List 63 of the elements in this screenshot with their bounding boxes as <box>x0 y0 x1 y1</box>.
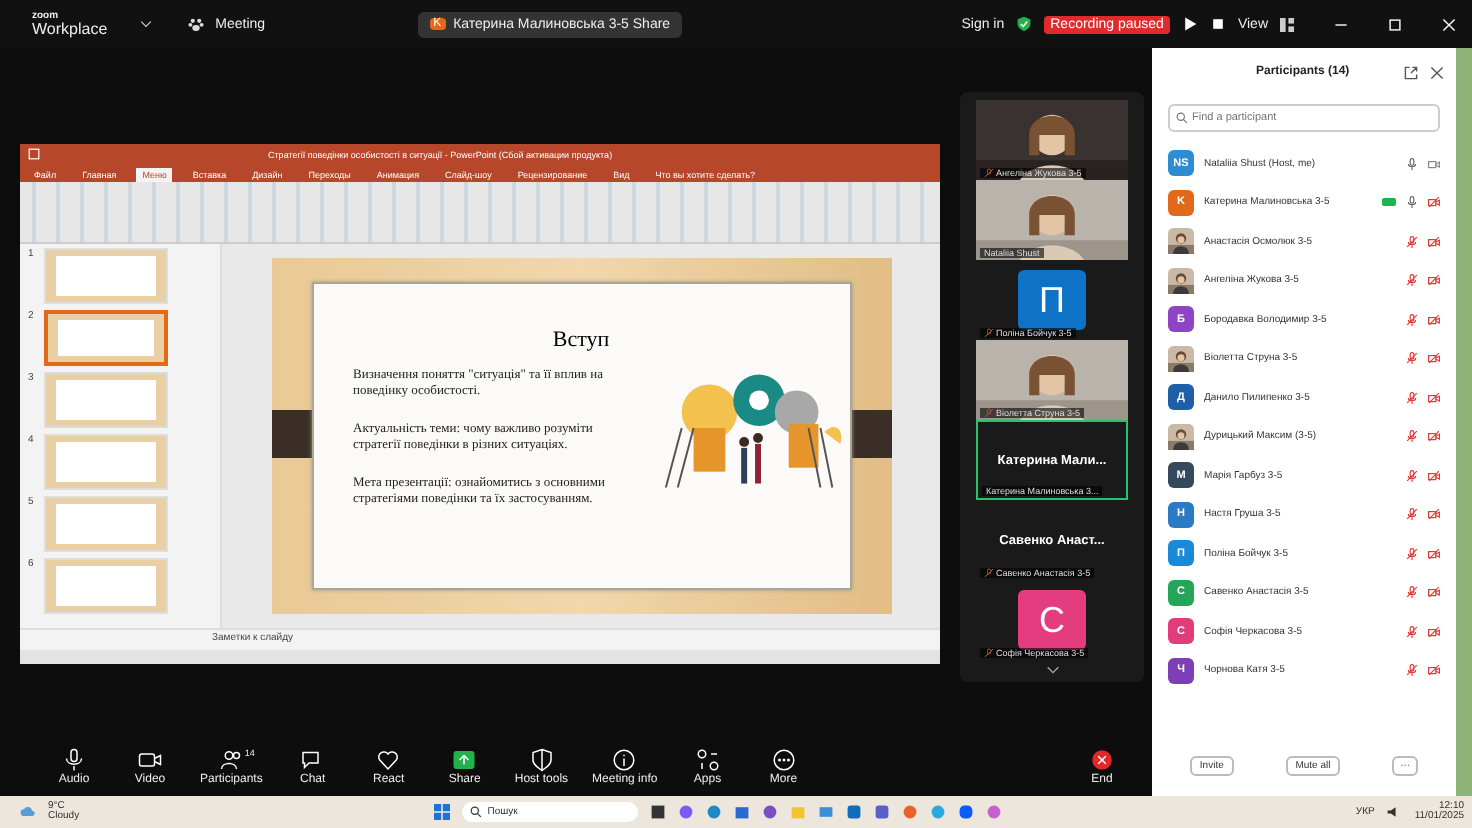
windows-start-icon[interactable] <box>433 804 450 820</box>
video-off-icon[interactable] <box>1428 469 1440 481</box>
video-off-icon[interactable] <box>1428 196 1440 208</box>
video-off-icon[interactable] <box>1428 664 1440 676</box>
video-off-icon[interactable] <box>1428 352 1440 364</box>
muted-mic-icon[interactable] <box>1406 391 1418 403</box>
grid-icon <box>1280 17 1294 31</box>
save-icon[interactable] <box>28 148 40 160</box>
audio-icon <box>62 747 86 771</box>
muted-mic-icon[interactable] <box>1406 469 1418 481</box>
muted-mic-icon[interactable] <box>1406 430 1418 442</box>
muted-mic-icon[interactable] <box>1406 625 1418 637</box>
more-icon <box>771 747 796 771</box>
react-icon <box>376 747 401 771</box>
chat-icon <box>300 747 325 771</box>
search-icon <box>469 806 482 818</box>
cloud-icon <box>20 804 36 820</box>
muted-mic-icon[interactable] <box>1406 508 1418 520</box>
close-icon[interactable] <box>1430 65 1444 79</box>
search-icon <box>1176 112 1188 124</box>
end-icon <box>1090 747 1114 771</box>
pop-out-icon[interactable] <box>1404 65 1418 79</box>
info-icon <box>612 747 637 771</box>
muted-mic-icon[interactable] <box>1406 352 1418 364</box>
chevron-icon[interactable] <box>139 20 152 28</box>
mic-icon[interactable] <box>1406 196 1418 208</box>
video-off-icon[interactable] <box>1428 391 1440 403</box>
slide-title: Вступ <box>552 328 610 352</box>
app-icon[interactable] <box>761 804 778 820</box>
video-off-icon[interactable] <box>1428 586 1440 598</box>
stop-icon[interactable] <box>1209 16 1226 32</box>
logo-text: Workplace <box>32 21 108 37</box>
video-icon[interactable] <box>1428 157 1440 169</box>
chevron-down-icon[interactable] <box>1045 666 1059 674</box>
muted-mic-icon[interactable] <box>1406 664 1418 676</box>
apps-icon <box>695 747 720 771</box>
video-off-icon[interactable] <box>1428 274 1440 286</box>
muted-mic-icon[interactable] <box>1406 235 1418 247</box>
muted-mic-icon[interactable] <box>1406 313 1418 325</box>
video-off-icon[interactable] <box>1428 430 1440 442</box>
video-off-icon[interactable] <box>1428 313 1440 325</box>
mic-icon[interactable] <box>1406 157 1418 169</box>
video-off-icon[interactable] <box>1428 625 1440 637</box>
video-icon <box>138 747 162 771</box>
slide-thumbnail[interactable] <box>44 310 168 366</box>
play-icon[interactable] <box>1181 16 1198 32</box>
store-icon[interactable] <box>733 804 750 820</box>
browser-icon[interactable] <box>705 804 722 820</box>
paw-icon <box>187 16 204 32</box>
shield-check-icon <box>1016 16 1033 32</box>
browser-icon[interactable] <box>901 804 918 820</box>
host-icon <box>529 747 554 771</box>
muted-mic-icon[interactable] <box>1406 586 1418 598</box>
avatar: С <box>1018 590 1086 650</box>
share-icon <box>452 747 477 771</box>
maximize-icon[interactable] <box>1388 17 1402 31</box>
avatar: П <box>1018 270 1086 330</box>
video-off-icon[interactable] <box>1428 235 1440 247</box>
video-off-icon[interactable] <box>1428 508 1440 520</box>
muted-mic-icon[interactable] <box>1406 547 1418 559</box>
participants-icon <box>219 747 244 771</box>
video-off-icon[interactable] <box>1428 547 1440 559</box>
muted-mic-icon[interactable] <box>1406 274 1418 286</box>
